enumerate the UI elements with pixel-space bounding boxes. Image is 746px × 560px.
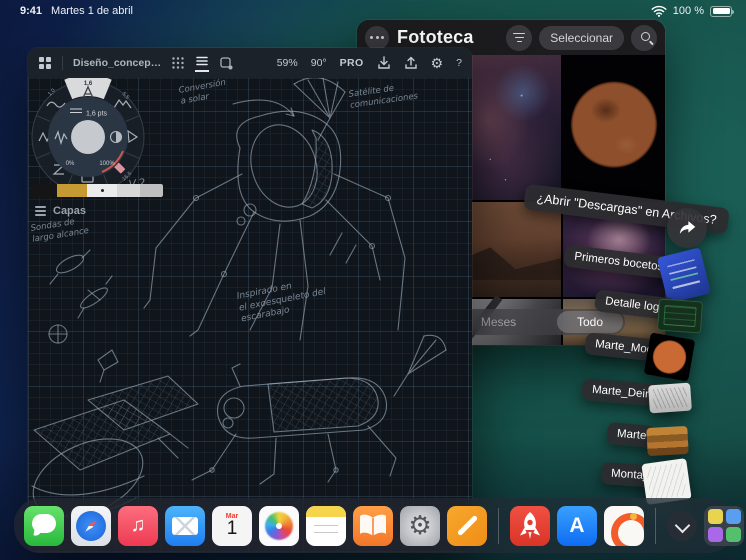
app-library-tile — [707, 509, 723, 524]
import-icon[interactable] — [377, 56, 391, 70]
lasso-select-icon[interactable] — [219, 56, 233, 70]
pen-tool-app-icon[interactable] — [447, 505, 487, 546]
photos-app-title: Fototeca — [397, 27, 474, 47]
crouched-robot-sketch — [191, 334, 447, 485]
sketch-app-window: Diseño_concep… 59% 90° PRO ⚙ ? Conversió… — [27, 47, 473, 553]
music-app-icon[interactable]: ♫ — [118, 505, 158, 546]
wallpaper: 9:41 Martes 1 de abril 100 % Fototeca Se… — [0, 0, 746, 560]
filter-lines-icon — [513, 32, 526, 43]
notes-app-icon[interactable] — [306, 505, 346, 546]
opacity-max-label: 100% — [99, 161, 115, 167]
tab-all[interactable]: Todo — [557, 311, 623, 333]
share-button[interactable] — [667, 208, 707, 248]
zoom-level[interactable]: 59% — [277, 57, 298, 69]
swatch-light-gray[interactable] — [117, 184, 140, 197]
pro-badge[interactable]: PRO — [340, 57, 364, 69]
color-swatch-bar[interactable] — [31, 184, 163, 197]
open-book-icon — [360, 514, 386, 536]
swatch-black[interactable] — [31, 184, 57, 197]
layers-label: Capas — [53, 205, 87, 217]
status-date: Martes 1 de abril — [51, 5, 133, 17]
mail-app-icon[interactable] — [165, 505, 205, 546]
safari-app-icon[interactable] — [71, 505, 111, 546]
app-library-tile — [707, 527, 723, 542]
calendar-app-icon[interactable]: Mar 1 — [212, 505, 252, 546]
battery-icon — [710, 5, 734, 17]
wifi-icon — [651, 5, 667, 17]
toolbar-divider — [62, 56, 63, 70]
photos-app-icon[interactable] — [259, 505, 299, 546]
dock-divider — [655, 507, 656, 544]
drag-thumb-mars-strips[interactable] — [646, 425, 689, 457]
canvas-rotation[interactable]: 90° — [311, 57, 327, 69]
layers-toggle-active[interactable] — [195, 54, 210, 72]
books-app-icon[interactable] — [353, 505, 393, 546]
layers-icon — [35, 206, 46, 216]
settings-gear-icon[interactable]: ⚙ — [431, 56, 444, 70]
status-bar: 9:41 Martes 1 de abril 100 % — [0, 0, 746, 22]
window-menu-button[interactable] — [365, 25, 389, 50]
calendar-day: 1 — [226, 518, 238, 539]
search-button[interactable] — [631, 24, 657, 51]
clock: 9:41 — [20, 5, 43, 17]
app-library-tile — [725, 527, 741, 542]
stroke-size-value: 1,6 pts — [86, 111, 108, 118]
drag-thumb-green-sketch[interactable] — [656, 298, 704, 334]
swatch-gray[interactable] — [140, 184, 163, 197]
app-library-tile — [725, 509, 741, 524]
drag-thumb-blue-logo-sheet[interactable] — [656, 247, 712, 304]
sketch-toolbar: Diseño_concep… 59% 90° PRO ⚙ ? — [28, 48, 472, 78]
app-library-icon[interactable] — [704, 505, 744, 546]
drag-thumb-mars-photo[interactable] — [643, 332, 696, 382]
app-store-icon[interactable]: A — [557, 505, 597, 546]
share-forward-icon — [679, 221, 696, 235]
help-button[interactable]: ? — [456, 57, 462, 69]
select-button[interactable]: Seleccionar — [539, 25, 624, 50]
layers-panel-toggle[interactable]: Capas — [35, 205, 86, 217]
swatch-white-selected[interactable] — [87, 184, 117, 197]
probe-doodles — [48, 249, 119, 383]
export-icon[interactable] — [404, 56, 418, 70]
dock-divider — [498, 507, 499, 544]
rocket-icon — [520, 511, 540, 539]
ellipsis-icon — [370, 36, 384, 39]
swatch-gold[interactable] — [57, 184, 87, 197]
tool-wheel[interactable]: 1,6 1,0 5,5 6,0 16,5 1,6 pts — [28, 78, 150, 199]
document-title[interactable]: Diseño_concep… — [73, 57, 161, 69]
concepts-app-icon[interactable] — [604, 505, 644, 546]
grid-dots-icon[interactable] — [171, 56, 185, 70]
dock-collapse-button[interactable] — [667, 510, 697, 541]
rocket-app-icon[interactable] — [510, 505, 550, 546]
wheel-center-button[interactable] — [71, 120, 105, 154]
settings-app-icon[interactable]: ⚙ — [400, 505, 440, 546]
opacity-min-label: 0% — [66, 161, 75, 167]
gallery-icon[interactable] — [38, 56, 52, 70]
dock: ♫ Mar 1 ⚙ A — [14, 498, 744, 553]
battery-percent: 100 % — [672, 5, 704, 17]
annotation-arrow — [232, 99, 295, 117]
filter-button[interactable] — [506, 24, 533, 51]
layers-lines-icon — [196, 56, 208, 66]
search-icon — [640, 32, 650, 41]
drawing-canvas[interactable]: Conversión a solar Satélite de comunicac… — [28, 78, 472, 552]
drag-thumb-gray-sketch[interactable] — [648, 382, 692, 414]
messages-app-icon[interactable] — [24, 505, 64, 546]
selected-size-label: 1,6 — [84, 81, 93, 87]
